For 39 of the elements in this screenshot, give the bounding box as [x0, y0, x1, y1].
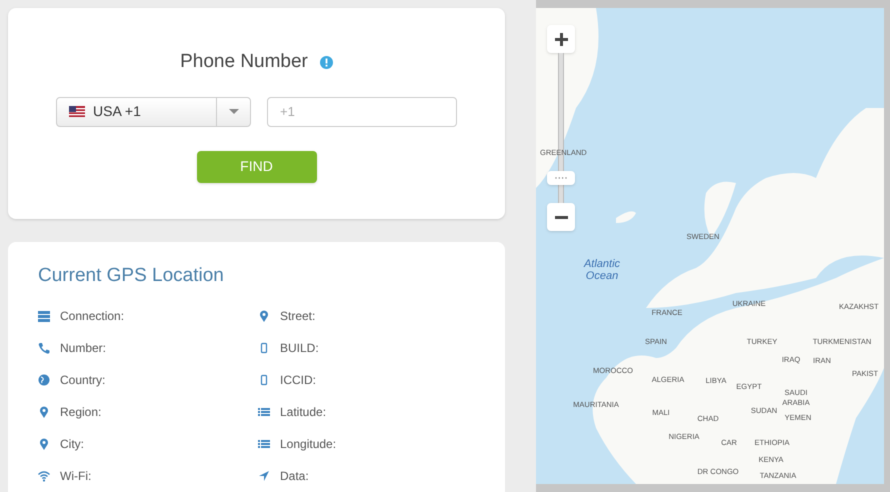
location-pin-icon [258, 310, 270, 322]
mobile-phone-icon [258, 374, 270, 386]
mobile-phone-icon [258, 342, 270, 354]
zoom-slider-thumb[interactable] [547, 171, 575, 186]
minus-icon [554, 216, 568, 218]
field-label: Number: [60, 340, 106, 357]
field-label: Longitude: [280, 436, 336, 453]
field-label: Country: [60, 372, 106, 389]
field-label: ICCID: [280, 372, 316, 389]
server-icon [38, 310, 50, 322]
zoom-in-button[interactable] [547, 25, 575, 53]
card-title: Phone Number [180, 50, 308, 74]
wifi-icon [38, 470, 50, 482]
info-icon [320, 56, 333, 69]
plus-icon [554, 32, 568, 46]
field-label: Street: [280, 308, 316, 325]
field-label: BUILD: [280, 340, 319, 357]
phone-icon [38, 342, 50, 354]
grip-icon [555, 177, 567, 180]
field-label: City: [60, 436, 84, 453]
field-label: Data: [280, 468, 309, 485]
field-label: Connection: [60, 308, 124, 325]
country-select[interactable]: USA +1 [56, 96, 251, 126]
location-pin-icon [38, 438, 50, 450]
zoom-out-button[interactable] [547, 203, 575, 231]
list-icon [258, 438, 270, 450]
location-arrow-icon [258, 470, 270, 482]
field-label: Latitude: [280, 404, 326, 421]
phone-input-field[interactable]: +1 [267, 96, 457, 126]
card-title: Current GPS Location [38, 264, 225, 288]
location-pin-icon [38, 406, 50, 418]
ocean-label: Atlantic Ocean [582, 258, 622, 282]
select-value: USA +1 [93, 102, 142, 121]
flag-icon [69, 106, 85, 117]
field-label: Wi-Fi: [60, 468, 92, 485]
field-label: Region: [60, 404, 102, 421]
list-icon [258, 406, 270, 418]
caret-down-icon [228, 109, 238, 114]
globe-icon [38, 374, 50, 386]
